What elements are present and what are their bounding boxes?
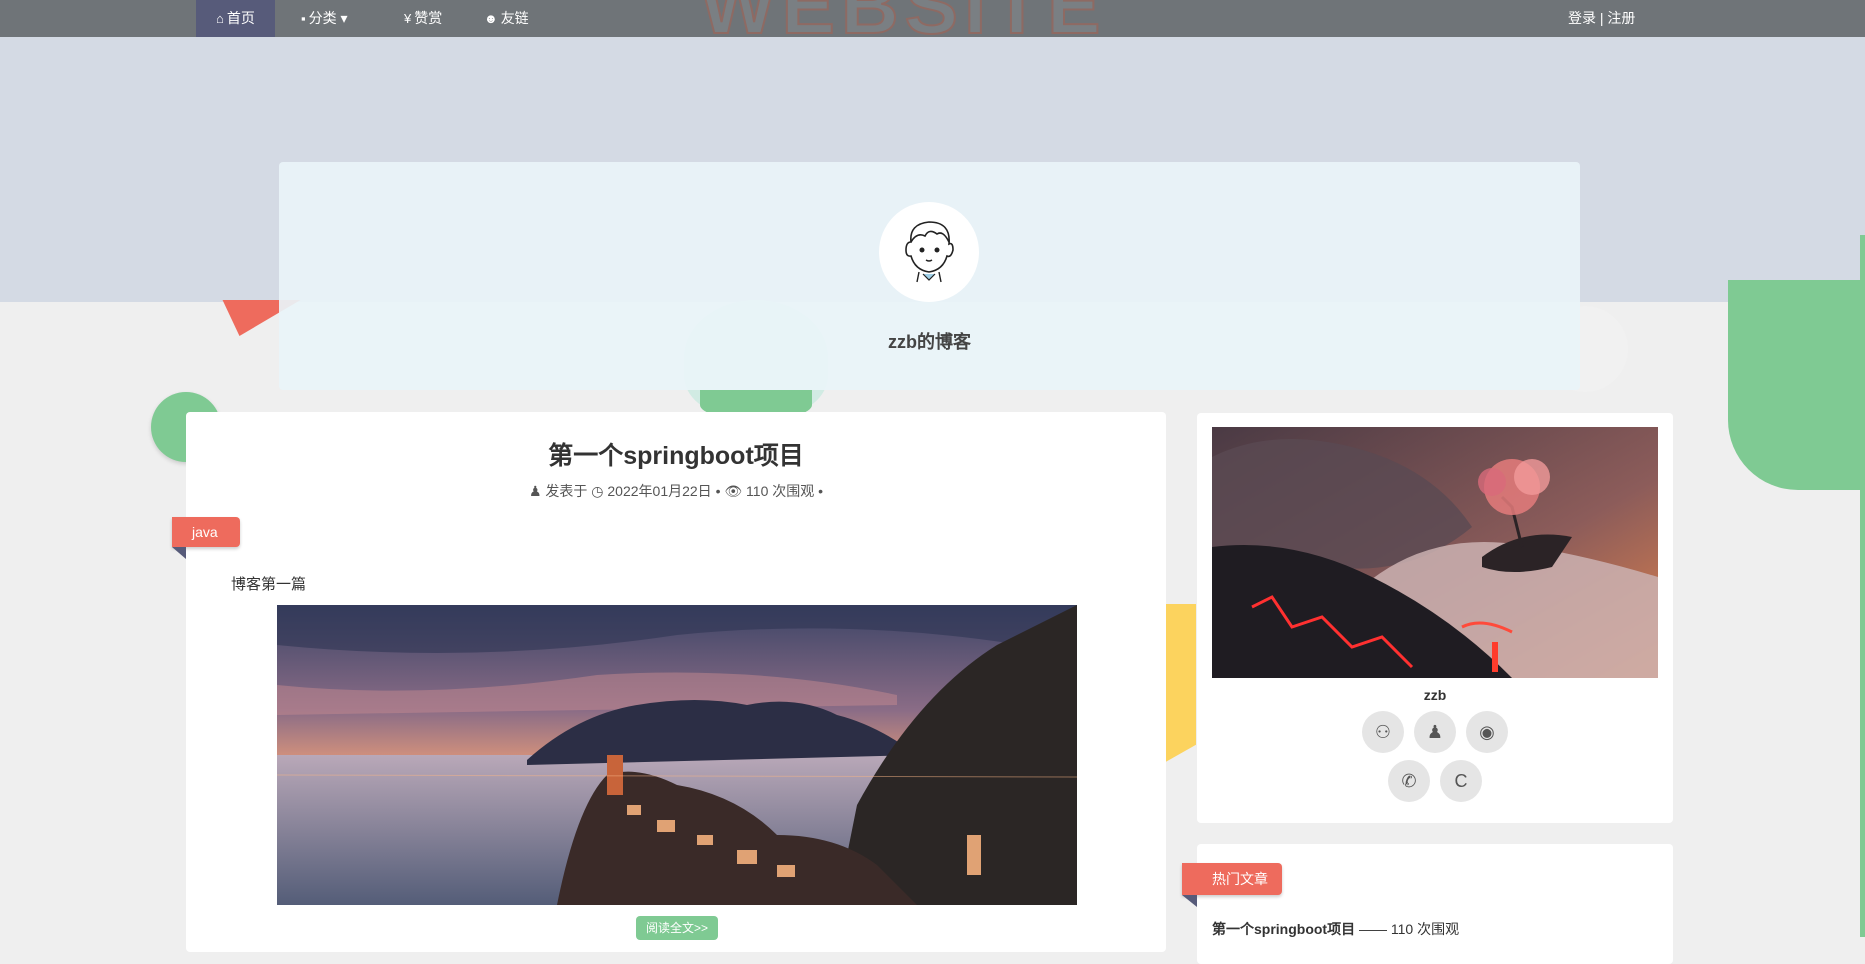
yen-icon: ¥ [404, 11, 412, 26]
hot-article-views: 110 次围观 [1390, 921, 1460, 937]
avatar-cartoon-icon [905, 221, 954, 283]
post-cover-image[interactable] [277, 605, 1077, 905]
hot-articles-card: 热门文章 第一个springboot项目 —— 110 次围观 [1182, 844, 1673, 964]
profile-header-card: zzb的博客 [279, 162, 1580, 390]
author-card: zzb ⚇ ♟ ◉ ✆ C [1197, 413, 1673, 823]
hot-article-title: 第一个springboot项目 [1212, 921, 1356, 937]
caret-down-icon: ▾ [340, 10, 348, 26]
post-date: 2022年01月22日 [607, 483, 712, 499]
login-register-link[interactable]: 登录 | 注册 [1568, 0, 1635, 37]
nav-home-label: 首页 [226, 10, 255, 26]
nav-reward[interactable]: ¥ 赞赏 [384, 0, 462, 37]
user-icon: ♟ [528, 483, 542, 499]
tag-ribbon-fold [1182, 895, 1197, 907]
wechat-icon[interactable]: ✆ [1388, 760, 1430, 802]
post-card: 第一个springboot项目 ♟ 发表于 ◷ 2022年01月22日 • 👁 … [172, 412, 1166, 952]
post-meta: ♟ 发表于 ◷ 2022年01月22日 • 👁 110 次围观 • [528, 483, 824, 499]
nav-category[interactable]: ▪ 分类 ▾ [281, 0, 368, 37]
volcanic-landscape-image [1212, 427, 1658, 678]
nav-home[interactable]: ⌂ 首页 [196, 0, 275, 37]
coastal-sunset-image [277, 605, 1077, 905]
users-icon: ☻ [484, 11, 498, 26]
hot-articles-tag: 热门文章 [1182, 863, 1282, 895]
read-more-button[interactable]: 阅读全文>> [636, 916, 718, 940]
hot-article-item[interactable]: 第一个springboot项目 —— 110 次围观 [1212, 919, 1459, 939]
nav-links-label: 友链 [500, 10, 529, 26]
decorative-yellow-shape [1162, 604, 1196, 764]
home-icon: ⌂ [216, 11, 224, 26]
post-views: 110 次围观 [746, 483, 815, 499]
qq-icon[interactable]: ♟ [1414, 711, 1456, 753]
site-watermark: WEBSITE [699, 0, 1107, 51]
post-tag[interactable]: java [172, 517, 240, 547]
weibo-icon[interactable]: ◉ [1466, 711, 1508, 753]
nav-reward-label: 赞赏 [414, 10, 443, 26]
clock-icon: ◷ [591, 483, 604, 499]
nav-links[interactable]: ☻ 友链 [464, 0, 549, 37]
c-icon[interactable]: C [1440, 760, 1482, 802]
eye-icon: 👁 [724, 483, 743, 499]
hot-article-separator: —— [1355, 921, 1391, 937]
post-title[interactable]: 第一个springboot项目 [186, 436, 1166, 472]
blog-name: zzb的博客 [888, 332, 971, 352]
tag-ribbon-fold [172, 547, 186, 559]
author-banner-image [1212, 427, 1658, 678]
nav-category-label: 分类 [308, 10, 337, 26]
page-scrollbar[interactable] [1860, 235, 1865, 937]
avatar[interactable] [879, 202, 979, 302]
github-icon[interactable]: ⚇ [1362, 711, 1404, 753]
top-navbar: WEBSITE ⌂ 首页 ▪ 分类 ▾ ¥ 赞赏 ☻ 友链 登录 | 注册 [0, 0, 1865, 51]
post-excerpt: 博客第一篇 [231, 576, 307, 593]
author-name: zzb [1423, 687, 1447, 703]
archive-icon: ▪ [301, 11, 306, 26]
decorative-green-shape [1728, 280, 1865, 490]
post-author-label: 发表于 [545, 483, 588, 499]
